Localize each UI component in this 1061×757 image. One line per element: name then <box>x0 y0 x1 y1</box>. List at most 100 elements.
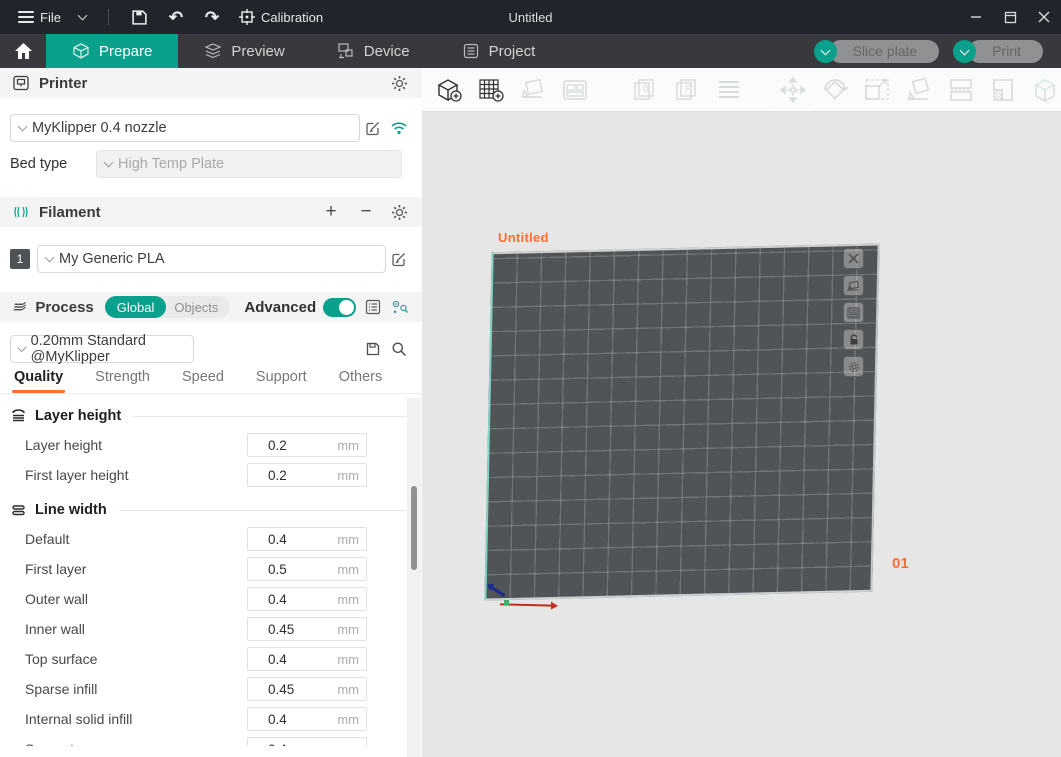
line-width-internal-solid-input[interactable]: 0.4 mm <box>247 707 367 731</box>
delete-plate-button[interactable] <box>843 248 864 269</box>
bed-type-select[interactable]: High Temp Plate <box>96 150 402 178</box>
process-tab-support[interactable]: Support <box>256 369 307 393</box>
list-icon <box>365 299 381 315</box>
variable-layer-height-button[interactable] <box>984 71 1022 109</box>
param-row: Default 0.4 mm <box>0 524 422 554</box>
rotate-tool-button[interactable] <box>816 71 854 109</box>
param-row: Outer wall 0.4 mm <box>0 584 422 614</box>
save-button[interactable] <box>125 4 155 30</box>
lock-plate-button[interactable] <box>843 329 864 350</box>
filament-preset-value: My Generic PLA <box>59 251 165 267</box>
close-button[interactable] <box>1027 0 1061 34</box>
tab-device[interactable]: Device <box>311 34 436 68</box>
tab-project[interactable]: Project <box>436 34 562 68</box>
filament-preset-select[interactable]: My Generic PLA <box>37 245 386 273</box>
advanced-toggle[interactable] <box>323 298 356 317</box>
process-tab-others[interactable]: Others <box>339 369 383 393</box>
tab-project-label: Project <box>489 43 536 60</box>
file-menu[interactable]: File <box>12 10 67 25</box>
printer-preset-select[interactable]: MyKlipper 0.4 nozzle <box>10 114 360 142</box>
viewport-3d[interactable]: 0 P <box>422 68 1061 757</box>
param-value: 0.5 <box>248 562 287 577</box>
layers-editing-button[interactable] <box>710 71 748 109</box>
line-width-sparse-infill-input[interactable]: 0.45 mm <box>247 677 367 701</box>
param-label: Top surface <box>25 651 247 667</box>
arrange-plate-button[interactable] <box>843 302 864 323</box>
parameter-wizard-button[interactable] <box>390 296 410 318</box>
first-layer-height-input[interactable]: 0.2 mm <box>247 463 367 487</box>
scope-objects-button[interactable]: Objects <box>166 300 230 315</box>
color-paint-button[interactable] <box>1026 71 1061 109</box>
tab-prepare[interactable]: Prepare <box>46 34 178 68</box>
calibration-icon <box>239 9 255 25</box>
slice-plate-button[interactable]: Slice plate <box>829 40 940 63</box>
process-icon <box>12 298 28 316</box>
calibration-button[interactable]: Calibration <box>233 9 329 25</box>
filament-settings-button[interactable] <box>388 201 410 223</box>
split-to-objects-button[interactable]: 0 <box>626 71 664 109</box>
param-row-partial: Support 0.4 <box>0 734 422 746</box>
process-tab-speed[interactable]: Speed <box>182 369 224 393</box>
viewport-toolbar: 0 P <box>422 68 1061 112</box>
scope-global-button[interactable]: Global <box>105 296 167 318</box>
add-plate-button[interactable] <box>472 71 510 109</box>
orient-plate-button[interactable] <box>843 275 864 296</box>
line-width-first-layer-input[interactable]: 0.5 mm <box>247 557 367 581</box>
compare-presets-button[interactable] <box>363 296 383 318</box>
edit-filament-button[interactable] <box>386 251 412 267</box>
undo-button[interactable]: ↶ <box>161 4 191 30</box>
print-dropdown[interactable] <box>953 40 976 63</box>
param-label: Layer height <box>25 437 247 453</box>
auto-orient-button[interactable] <box>514 71 552 109</box>
line-width-inner-wall-input[interactable]: 0.45 mm <box>247 617 367 641</box>
file-menu-label: File <box>40 10 61 25</box>
param-row: Internal solid infill 0.4 mm <box>0 704 422 734</box>
move-icon <box>778 75 808 105</box>
param-unit: mm <box>337 562 359 577</box>
redo-button[interactable]: ↷ <box>197 4 227 30</box>
plate-settings-button[interactable] <box>843 356 864 377</box>
sidebar: Printer MyKlipper 0.4 nozzle <box>0 68 422 757</box>
printer-settings-button[interactable] <box>388 72 410 94</box>
scale-tool-button[interactable] <box>858 71 896 109</box>
minimize-icon <box>970 11 982 23</box>
home-button[interactable] <box>0 34 46 68</box>
split-to-parts-button[interactable]: P <box>668 71 706 109</box>
lay-on-face-button[interactable] <box>900 71 938 109</box>
line-width-support-input[interactable]: 0.4 <box>247 737 367 746</box>
cut-tool-button[interactable] <box>942 71 980 109</box>
arrange-button[interactable] <box>556 71 594 109</box>
svg-text:P: P <box>685 84 692 95</box>
build-plate[interactable] <box>484 243 879 600</box>
move-tool-button[interactable] <box>774 68 812 112</box>
close-icon <box>848 253 859 264</box>
file-menu-dropdown[interactable] <box>73 15 92 19</box>
scrollbar-thumb[interactable] <box>411 486 417 570</box>
line-width-outer-wall-input[interactable]: 0.4 mm <box>247 587 367 611</box>
printer-connection-button[interactable] <box>386 121 412 136</box>
param-label: Internal solid infill <box>25 711 247 727</box>
search-parameters-button[interactable] <box>386 341 412 357</box>
remove-filament-button[interactable]: − <box>353 201 379 223</box>
edit-icon <box>365 120 381 136</box>
process-tab-strength[interactable]: Strength <box>95 369 150 393</box>
edit-printer-button[interactable] <box>360 120 386 136</box>
process-scope-segment: Global Objects <box>105 296 231 318</box>
tab-preview[interactable]: Preview <box>178 34 310 68</box>
print-button[interactable]: Print <box>968 40 1043 63</box>
add-filament-button[interactable]: + <box>318 201 344 223</box>
filament-section-header: Filament + − <box>0 197 422 227</box>
process-preset-select[interactable]: 0.20mm Standard @MyKlipper <box>10 335 194 363</box>
process-tab-quality[interactable]: Quality <box>14 369 63 393</box>
line-width-default-input[interactable]: 0.4 mm <box>247 527 367 551</box>
line-width-top-surface-input[interactable]: 0.4 mm <box>247 647 367 671</box>
minimize-button[interactable] <box>959 0 993 34</box>
maximize-button[interactable] <box>993 0 1027 34</box>
add-object-button[interactable] <box>430 71 468 109</box>
slice-plate-dropdown[interactable] <box>814 40 837 63</box>
chevron-down-icon <box>820 45 830 55</box>
sidebar-scrollbar[interactable] <box>407 398 421 757</box>
layer-height-input[interactable]: 0.2 mm <box>247 433 367 457</box>
save-preset-button[interactable] <box>360 341 386 357</box>
param-label: First layer <box>25 561 247 577</box>
